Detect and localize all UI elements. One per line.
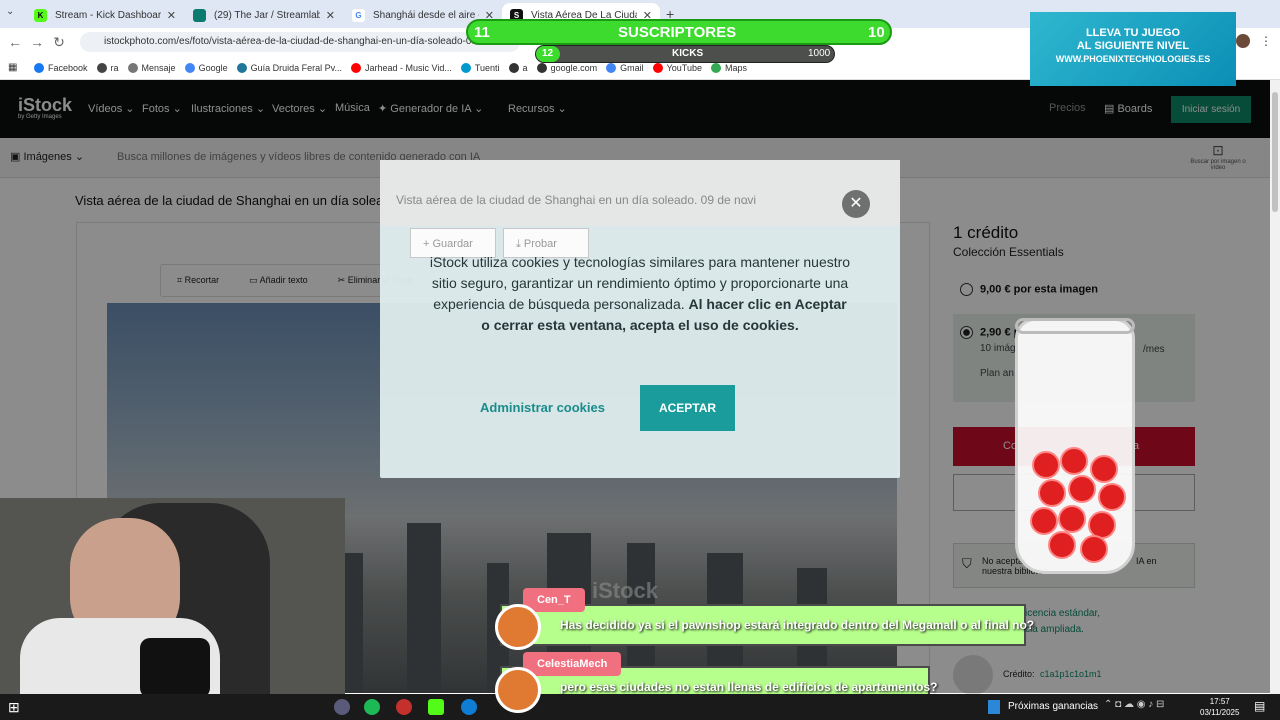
close-icon[interactable]: ✕ xyxy=(326,9,335,22)
youtube-icon xyxy=(350,62,361,73)
tab-title: Stream - Kick Dashboard xyxy=(55,10,161,21)
bookmark-tuenti[interactable]: Tuenti xyxy=(460,62,500,73)
modal-title: Vista aérea de la ciudad de Shanghai en … xyxy=(396,193,756,207)
wordpress-icon xyxy=(236,62,247,73)
webcam-feed xyxy=(0,498,345,694)
profile-avatar[interactable] xyxy=(1236,34,1250,48)
reload-icon[interactable]: ↻ xyxy=(48,34,70,51)
bookmark-mensaje[interactable]: Mensaje xyxy=(127,62,176,73)
bookmark-youtube[interactable]: YouTube xyxy=(652,62,702,73)
chat-avatar xyxy=(495,604,541,650)
notification-icon[interactable]: ▤ xyxy=(1254,699,1265,713)
bookmark-google-com[interactable]: google.com xyxy=(536,62,597,73)
tuenti-icon xyxy=(460,62,471,73)
address-bar[interactable]: istockphoto.com/es/foto/vista-aérea-de-l… xyxy=(80,32,520,52)
bookmark-ra[interactable]: ra xyxy=(96,62,119,73)
page-scrollbar[interactable] xyxy=(1270,80,1280,694)
accept-button[interactable]: ACEPTAR xyxy=(640,385,735,431)
tab-title: Shanghái desde el aire - Buscar xyxy=(373,10,479,21)
tab-title: (29) The Jar / Streamlabs xyxy=(214,10,320,21)
windows-start-icon[interactable]: ⊞ xyxy=(8,699,20,716)
kick-icon: K xyxy=(34,9,47,22)
close-icon[interactable]: ✕ xyxy=(167,9,176,22)
weather-widget[interactable]: Próximas ganancias xyxy=(1008,701,1098,712)
spotify-icon[interactable] xyxy=(364,699,380,715)
maps-icon xyxy=(710,62,721,73)
bookmark-jarhead[interactable]: Jarhead - Music Vid... xyxy=(350,62,452,73)
edge-icon[interactable] xyxy=(461,699,477,715)
app-icon[interactable] xyxy=(334,699,350,715)
chat-username: CelestiaMech xyxy=(523,652,622,676)
forward-icon[interactable]: → xyxy=(26,34,48,50)
microphone xyxy=(140,638,210,694)
streamlabs-icon xyxy=(193,9,206,22)
bookmark-icon xyxy=(127,62,138,73)
tab-search-icon[interactable]: ⌄ xyxy=(6,6,14,17)
sponsor-banner: LLEVA TU JUEGO AL SIGUIENTE NIVEL WWW.PH… xyxy=(1030,12,1236,86)
bookmark-a[interactable]: a xyxy=(508,62,528,73)
cookie-modal: Vista aérea de la ciudad de Shanghai en … xyxy=(380,160,900,478)
google-icon: G xyxy=(352,9,365,22)
google-icon xyxy=(184,62,195,73)
news-icon xyxy=(988,700,1000,714)
obs-icon[interactable] xyxy=(396,699,412,715)
bookmark-icon xyxy=(96,62,107,73)
tab-kick-dashboard[interactable]: K Stream - Kick Dashboard ✕ xyxy=(26,3,184,28)
apps-icon[interactable]: ▦ xyxy=(8,62,17,73)
bookmark-maps[interactable]: Maps xyxy=(710,62,747,73)
google-icon xyxy=(606,62,617,73)
menu-icon[interactable]: ⋮ xyxy=(1260,34,1272,48)
tip-jar xyxy=(1015,318,1135,574)
youtube-icon xyxy=(652,62,663,73)
bookmark-facebook[interactable]: Facebook xyxy=(34,62,88,73)
close-icon[interactable]: ✕ xyxy=(842,190,870,218)
windows-taskbar: ⊞ Próximas ganancias ⌃ ◘ ☁ ◉ ♪ ⊟ 17:57 0… xyxy=(0,694,1280,720)
bookmark-google[interactable]: Google xyxy=(184,62,228,73)
cookie-text: iStock utiliza cookies y tecnologías sim… xyxy=(429,254,851,333)
tab-streamlabs[interactable]: (29) The Jar / Streamlabs ✕ xyxy=(185,3,343,28)
back-icon[interactable]: ← xyxy=(4,34,26,50)
bookmark-guia-druida[interactable]: Guía Druida Feral Pv... xyxy=(236,62,342,73)
manage-cookies-link[interactable]: Administrar cookies xyxy=(480,400,605,415)
bookmark-icon xyxy=(508,62,519,73)
modal-header: Vista aérea de la ciudad de Shanghai en … xyxy=(380,160,900,226)
subscribers-goal-bar: 11 SUSCRIPTORES 10 xyxy=(466,19,892,45)
globe-icon xyxy=(536,62,547,73)
tray-icons[interactable]: ⌃ ◘ ☁ ◉ ♪ ⊟ xyxy=(1104,699,1164,710)
chat-avatar xyxy=(495,667,541,713)
kick-icon[interactable] xyxy=(428,699,444,715)
facebook-icon xyxy=(34,62,44,73)
kicks-goal-bar: 12 KICKS 1000 xyxy=(535,45,835,63)
bookmark-gmail[interactable]: Gmail xyxy=(606,62,644,73)
scroll-thumb[interactable] xyxy=(1272,92,1278,212)
clock[interactable]: 17:57 03/11/2025 xyxy=(1200,696,1239,718)
